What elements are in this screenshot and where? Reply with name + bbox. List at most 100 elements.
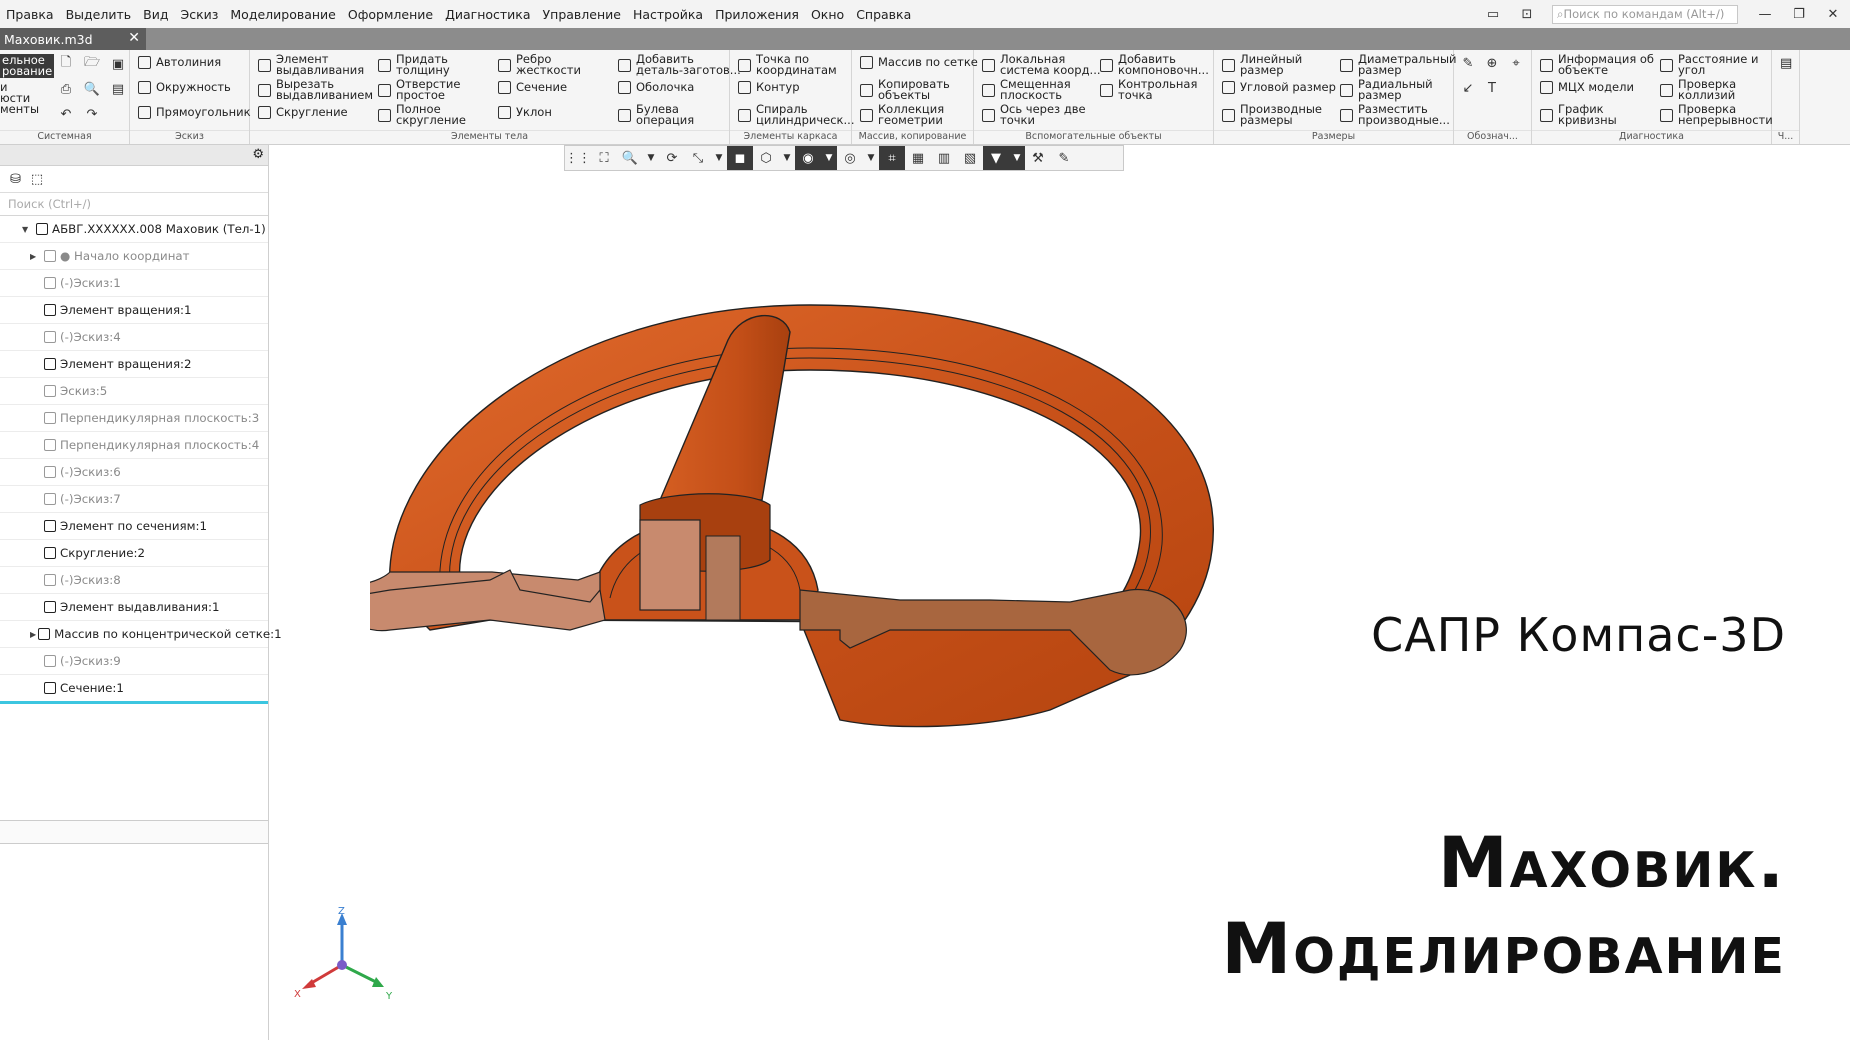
ribbon-button[interactable]: Булева операция [616,103,694,126]
expand-down-icon[interactable]: ▼ [22,225,34,234]
preview-icon[interactable]: 🔍 [84,81,100,97]
tree-item[interactable]: Элемент по сечениям:1 [0,513,268,540]
minimize-icon[interactable]: — [1748,7,1782,22]
zoom-icon[interactable]: 🔍 [617,146,643,170]
filter-icon[interactable]: ⛁ [10,172,21,187]
tree-item[interactable]: Элемент выдавливания:1 [0,594,268,621]
ribbon-button[interactable]: Расстояние и угол [1658,53,1758,76]
ribbon-button[interactable]: Смещенная плоскость [980,78,1071,101]
roughness-icon[interactable]: ✎ [1460,56,1476,72]
tree-item[interactable]: (-)Эскиз:8 [0,567,268,594]
menu-item-11[interactable]: Справка [850,7,917,22]
dropdown-icon[interactable]: ▼ [1009,146,1025,170]
new-file-icon[interactable]: 🗋 [58,55,74,72]
menu-item-10[interactable]: Окно [805,7,850,22]
expand-right-icon[interactable]: ▶ [30,252,42,261]
tree-item[interactable]: Сечение:1 [0,675,268,704]
tolerance-icon[interactable]: ⌖ [1508,56,1524,72]
dropdown-icon[interactable]: ▼ [643,146,659,170]
menu-item-6[interactable]: Диагностика [439,7,536,22]
tree-item[interactable]: Эскиз:5 [0,378,268,405]
tree-item[interactable]: Перпендикулярная плоскость:3 [0,405,268,432]
ribbon-button[interactable]: Ось через две точки [980,103,1086,126]
undo-icon[interactable]: ↶ [58,106,74,122]
restore-icon[interactable]: ❐ [1782,7,1816,22]
tree-item[interactable]: (-)Эскиз:6 [0,459,268,486]
ribbon-button[interactable]: Разместить производные... [1338,103,1450,126]
screenshot-icon[interactable]: ⊡ [1510,7,1544,22]
select-area-icon[interactable]: ⬚ [31,172,43,187]
menu-item-4[interactable]: Моделирование [224,7,341,22]
menu-item-5[interactable]: Оформление [342,7,439,22]
orient-icon[interactable]: ⤡ [685,146,711,170]
ribbon-button[interactable]: Информация об объекте [1538,53,1654,76]
ribbon-button[interactable]: Автолиния [136,54,221,70]
tree-panel-splitter[interactable] [0,820,268,844]
ribbon-button[interactable]: Полное скругление [376,103,466,126]
ribbon-button[interactable]: Угловой размер [1220,79,1336,95]
ribbon-button[interactable]: Придать толщину [376,53,450,76]
menu-item-0[interactable]: Правка [0,7,60,22]
ribbon-button[interactable]: Ребро жесткости [496,53,581,76]
menu-item-9[interactable]: Приложения [709,7,805,22]
tree-item[interactable]: (-)Эскиз:4 [0,324,268,351]
ribbon-button[interactable]: Прямоугольник [136,104,251,120]
ribbon-button[interactable]: Вырезать выдавливанием [256,78,373,101]
dropdown-icon[interactable]: ▼ [863,146,879,170]
tree-item[interactable]: (-)Эскиз:7 [0,486,268,513]
ribbon-button[interactable]: Коллекция геометрии [858,103,944,126]
dropdown-icon[interactable]: ▼ [711,146,727,170]
flywheel-model[interactable] [370,290,1230,780]
tree-item[interactable]: Элемент вращения:2 [0,351,268,378]
ribbon-button[interactable]: График кривизны [1538,103,1617,126]
ribbon-button[interactable]: Линейный размер [1220,53,1302,76]
rotate-icon[interactable]: ⟳ [659,146,685,170]
ribbon-button[interactable]: Оболочка [616,79,694,95]
ribbon-button[interactable]: Производные размеры [1220,103,1322,126]
ribbon-button[interactable]: МЦХ модели [1538,79,1634,95]
print-icon[interactable]: ⎙ [58,81,74,97]
open-folder-icon[interactable]: 🗁 [84,55,100,72]
ribbon-button[interactable]: Диаметральный размер [1338,53,1457,76]
tree-item[interactable]: Перпендикулярная плоскость:4 [0,432,268,459]
tree-item[interactable]: ▼ АБВГ.XXXXXX.008 Маховик (Тел-1) [0,216,268,243]
ribbon-partial-label[interactable]: ельное рование [0,54,55,78]
wireframe-view-icon[interactable]: ⬡ [753,146,779,170]
text-icon[interactable]: T [1484,81,1500,97]
ribbon-partial-label[interactable]: и юсти менты [0,81,39,115]
ribbon-button[interactable]: Копировать объекты [858,78,950,101]
ribbon-button[interactable]: Проверка коллизий [1658,78,1736,101]
tree-item[interactable]: (-)Эскиз:1 [0,270,268,297]
menu-item-8[interactable]: Настройка [627,7,709,22]
filter-icon[interactable]: ▼ [983,146,1009,170]
snap-icon[interactable]: ⌗ [879,146,905,170]
zoom-fit-icon[interactable]: ⛶ [591,146,617,170]
dropdown-icon[interactable]: ▼ [821,146,837,170]
save-all-icon[interactable]: ▤ [110,81,126,97]
ribbon-button[interactable]: Окружность [136,79,231,95]
tree-item[interactable]: ▶ ● Начало координат [0,243,268,270]
save-icon[interactable]: ▣ [110,56,126,72]
redo-icon[interactable]: ↷ [84,106,100,122]
command-search-input[interactable]: ⌕ Поиск по командам (Alt+/) [1552,4,1738,24]
window-close-icon[interactable]: ✕ [1816,7,1850,22]
pen-icon[interactable]: ✎ [1051,146,1077,170]
ribbon-button[interactable]: Элемент выдавливания [256,53,364,76]
ribbon-button[interactable]: Точка по координатам [736,53,837,76]
leader-icon[interactable]: ↙ [1460,81,1476,97]
menu-item-7[interactable]: Управление [537,7,627,22]
ribbon-button[interactable]: Массив по сетке [858,54,978,70]
ribbon-button[interactable]: Радиальный размер [1338,78,1433,101]
grip-icon[interactable]: ⋮⋮ [565,146,591,170]
datum-icon[interactable]: ⊕ [1484,56,1500,72]
section-view-icon[interactable]: ◎ [837,146,863,170]
hide-icon[interactable]: ◉ [795,146,821,170]
tree-item[interactable]: (-)Эскиз:9 [0,648,268,675]
gear-icon[interactable]: ⚙ [252,147,264,162]
tree-search-input[interactable]: Поиск (Ctrl+/) [0,193,268,216]
ribbon-button[interactable]: Добавить компоновочн... [1098,53,1209,76]
menu-item-3[interactable]: Эскиз [174,7,224,22]
view-a-icon[interactable]: ▦ [905,146,931,170]
menu-item-2[interactable]: Вид [137,7,174,22]
settings-icon[interactable]: ⚒ [1025,146,1051,170]
